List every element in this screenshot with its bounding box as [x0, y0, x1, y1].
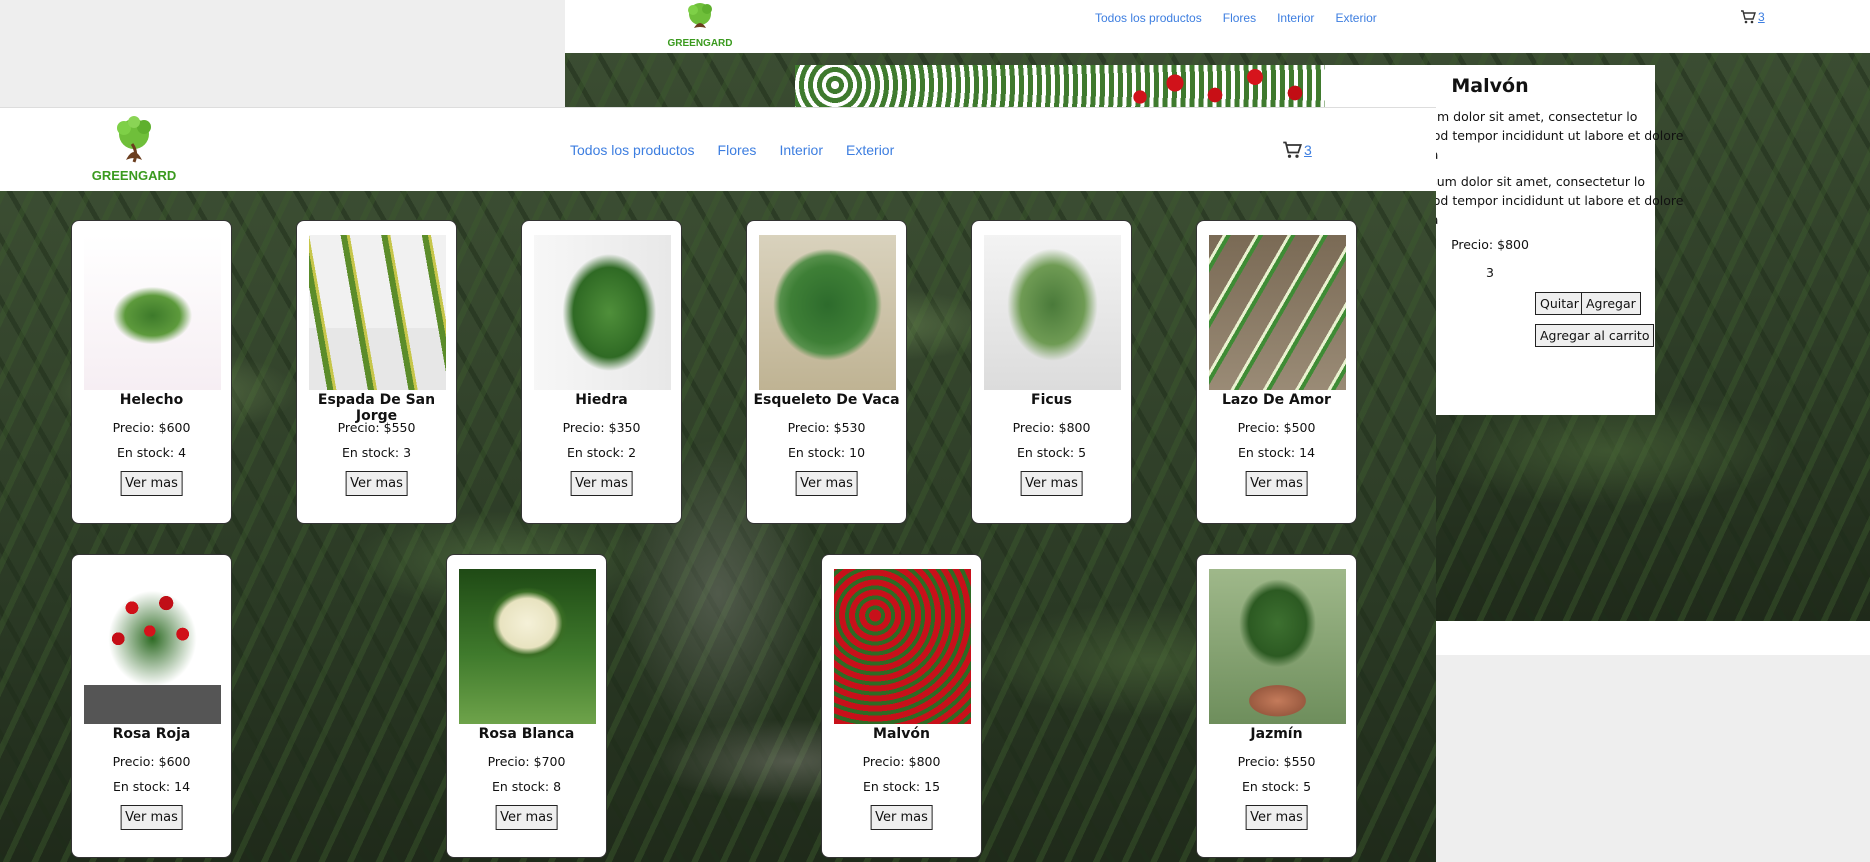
nav-flowers[interactable]: Flores — [1223, 11, 1256, 25]
view-more-button[interactable]: Ver mas — [345, 471, 408, 496]
nav-all-products[interactable]: Todos los productos — [570, 142, 695, 158]
product-image — [834, 569, 971, 724]
product-card: Esqueleto De Vaca Precio: $530 En stock:… — [746, 220, 907, 524]
cart-count[interactable]: 3 — [1304, 142, 1312, 158]
product-name: Malvón — [873, 726, 930, 742]
product-name: Rosa Blanca — [478, 726, 575, 742]
product-card: Helecho Precio: $600 En stock: 4 Ver mas — [71, 220, 232, 524]
product-card: Malvón Precio: $800 En stock: 15 Ver mas — [821, 554, 982, 858]
product-card: Ficus Precio: $800 En stock: 5 Ver mas — [971, 220, 1132, 524]
product-image — [459, 569, 596, 724]
product-image — [1209, 569, 1346, 724]
main-cart[interactable]: 3 — [1282, 141, 1312, 159]
product-name: Ficus — [1031, 392, 1072, 408]
product-stock: En stock: 14 — [112, 779, 191, 794]
product-image — [309, 235, 446, 390]
product-price: Precio: $350 — [562, 420, 641, 435]
brand-logo[interactable]: GREENGARD — [650, 0, 750, 50]
view-more-button[interactable]: Ver mas — [870, 805, 933, 830]
brand-logo[interactable]: GREENGARD — [80, 114, 188, 186]
product-image — [759, 235, 896, 390]
product-stock: En stock: 8 — [491, 779, 562, 794]
nav-exterior[interactable]: Exterior — [846, 142, 894, 158]
product-price: Precio: $530 — [787, 420, 866, 435]
view-more-button[interactable]: Ver mas — [1020, 471, 1083, 496]
cart-icon — [1283, 141, 1302, 158]
product-name: Esqueleto De Vaca — [753, 392, 900, 408]
view-more-button[interactable]: Ver mas — [570, 471, 633, 496]
product-price: Precio: $550 — [337, 420, 416, 435]
add-button[interactable]: Agregar — [1581, 292, 1641, 315]
product-stock: En stock: 15 — [862, 779, 941, 794]
nav-flowers[interactable]: Flores — [718, 142, 757, 158]
product-name: Lazo De Amor — [1222, 392, 1331, 408]
product-stock: En stock: 3 — [341, 445, 412, 460]
product-price: Precio: $800 — [862, 754, 941, 769]
add-to-cart-button[interactable]: Agregar al carrito — [1535, 324, 1655, 347]
view-more-button[interactable]: Ver mas — [120, 805, 183, 830]
product-card: Hiedra Precio: $350 En stock: 2 Ver mas — [521, 220, 682, 524]
detail-description: em ipsum dolor sit amet, consectetur lo … — [1395, 174, 1684, 227]
product-card: Lazo De Amor Precio: $500 En stock: 14 V… — [1196, 220, 1357, 524]
product-card: Espada De San Jorge Precio: $550 En stoc… — [296, 220, 457, 524]
product-image — [984, 235, 1121, 390]
main-window: GREENGARD Todos los productos Flores Int… — [0, 107, 1436, 862]
detail-description: m ipsum dolor sit amet, consectetur lo e… — [1395, 109, 1684, 162]
view-more-button[interactable]: Ver mas — [1245, 471, 1308, 496]
detail-banner-image — [795, 65, 1325, 107]
view-more-button[interactable]: Ver mas — [795, 471, 858, 496]
nav-interior[interactable]: Interior — [779, 142, 823, 158]
product-name: Helecho — [119, 392, 184, 408]
product-image — [534, 235, 671, 390]
cart-count[interactable]: 3 — [1758, 10, 1765, 24]
product-card: Jazmín Precio: $550 En stock: 5 Ver mas — [1196, 554, 1357, 858]
product-stock: En stock: 5 — [1241, 779, 1312, 794]
product-stock: En stock: 4 — [116, 445, 187, 460]
view-more-button[interactable]: Ver mas — [495, 805, 558, 830]
cart-icon — [1741, 10, 1756, 24]
main-header: GREENGARD Todos los productos Flores Int… — [0, 107, 1436, 192]
product-card: Rosa Blanca Precio: $700 En stock: 8 Ver… — [446, 554, 607, 858]
product-price: Precio: $600 — [112, 754, 191, 769]
product-price: Precio: $700 — [487, 754, 566, 769]
detail-nav: Todos los productos Flores Interior Exte… — [1095, 11, 1377, 25]
remove-button[interactable]: Quitar — [1535, 292, 1584, 315]
brand-wordmark: GREENGARD — [92, 168, 177, 183]
product-price: Precio: $550 — [1237, 754, 1316, 769]
product-image — [84, 235, 221, 390]
view-more-button[interactable]: Ver mas — [120, 471, 183, 496]
product-stock: En stock: 10 — [787, 445, 866, 460]
product-price: Precio: $500 — [1237, 420, 1316, 435]
nav-exterior[interactable]: Exterior — [1335, 11, 1376, 25]
product-image — [1209, 235, 1346, 390]
product-card: Rosa Roja Precio: $600 En stock: 14 Ver … — [71, 554, 232, 858]
product-stock: En stock: 14 — [1237, 445, 1316, 460]
detail-title: Malvón — [1451, 75, 1529, 97]
product-stock: En stock: 2 — [566, 445, 637, 460]
product-name: Rosa Roja — [112, 726, 191, 742]
product-stock: En stock: 5 — [1016, 445, 1087, 460]
product-image — [84, 569, 221, 724]
product-price: Precio: $600 — [112, 420, 191, 435]
main-nav: Todos los productos Flores Interior Exte… — [570, 142, 894, 158]
detail-header: GREENGARD Todos los productos Flores Int… — [565, 0, 1870, 53]
product-price: Precio: $800 — [1012, 420, 1091, 435]
brand-wordmark: GREENGARD — [667, 38, 732, 49]
product-name: Hiedra — [575, 392, 628, 408]
detail-cart[interactable]: 3 — [1740, 10, 1765, 24]
view-more-button[interactable]: Ver mas — [1245, 805, 1308, 830]
nav-interior[interactable]: Interior — [1277, 11, 1314, 25]
nav-all-products[interactable]: Todos los productos — [1095, 11, 1202, 25]
product-name: Jazmín — [1250, 726, 1303, 742]
